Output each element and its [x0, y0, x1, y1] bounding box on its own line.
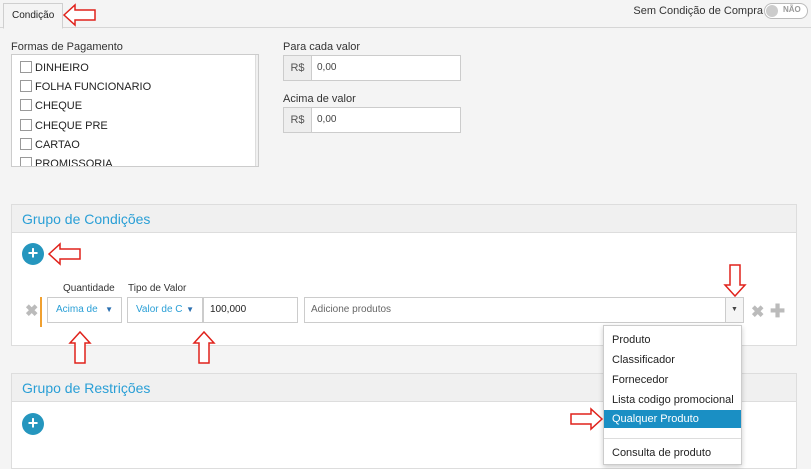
- list-item[interactable]: PROMISSORIA: [20, 155, 113, 167]
- list-item[interactable]: CARTAO: [20, 136, 80, 154]
- quantity-select[interactable]: Acima de ▼: [47, 297, 122, 323]
- menu-item-consulta[interactable]: Consulta de produto: [604, 444, 741, 462]
- left-arrow-icon: [47, 242, 81, 266]
- list-scrollbar[interactable]: ▲ ▼: [255, 55, 259, 166]
- chevron-down-icon: ▼: [105, 305, 113, 314]
- list-item-label: DINHEIRO: [35, 62, 89, 74]
- toggle-label: Sem Condição de Compra: [633, 5, 763, 17]
- value-type-select[interactable]: Valor de C ▼: [127, 297, 203, 323]
- list-item-label: FOLHA FUNCIONARIO: [35, 81, 152, 93]
- per-value-input[interactable]: 0,00: [317, 56, 336, 80]
- amount-input[interactable]: 100,000: [203, 297, 298, 323]
- list-item[interactable]: CHEQUE PRE: [20, 117, 108, 135]
- list-item[interactable]: DINHEIRO: [20, 59, 89, 77]
- add-products-icon[interactable]: ✚: [770, 301, 785, 322]
- checkbox[interactable]: [20, 61, 32, 73]
- remove-products-icon[interactable]: ✖: [751, 302, 764, 322]
- list-item-label: CARTAO: [35, 139, 80, 151]
- up-arrow-icon: [68, 330, 92, 364]
- menu-item-classificador[interactable]: Classificador: [604, 351, 741, 369]
- products-input[interactable]: Adicione produtos: [304, 297, 744, 323]
- quantity-label: Quantidade: [63, 283, 115, 294]
- checkbox[interactable]: [20, 80, 32, 92]
- menu-item-fornecedor[interactable]: Fornecedor: [604, 371, 741, 389]
- list-item-label: PROMISSORIA: [35, 158, 113, 167]
- payment-label: Formas de Pagamento: [11, 41, 123, 53]
- quantity-select-value: Acima de: [56, 304, 98, 315]
- checkbox[interactable]: [20, 157, 32, 166]
- scroll-thumb[interactable]: [258, 69, 259, 121]
- product-type-dropdown: Produto Classificador Fornecedor Lista c…: [603, 325, 742, 465]
- currency-addon: R$: [284, 108, 312, 132]
- remove-row-icon[interactable]: ✖: [25, 301, 38, 321]
- payment-list[interactable]: DINHEIRO FOLHA FUNCIONARIO CHEQUE CHEQUE…: [11, 54, 259, 167]
- per-value-field[interactable]: R$ 0,00: [283, 55, 461, 81]
- list-item[interactable]: CHEQUE: [20, 97, 82, 115]
- menu-divider: [604, 438, 741, 439]
- menu-item-lista-codigo[interactable]: Lista codigo promocional: [604, 391, 741, 409]
- down-arrow-icon: [723, 264, 747, 298]
- value-type-label: Tipo de Valor: [128, 283, 187, 294]
- products-dropdown-icon[interactable]: ▼: [725, 297, 744, 323]
- add-condition-button[interactable]: +: [22, 243, 44, 265]
- right-arrow-icon: [570, 407, 604, 431]
- value-type-select-value: Valor de C: [136, 304, 183, 315]
- up-arrow-icon: [192, 330, 216, 364]
- per-value-label: Para cada valor: [283, 41, 361, 53]
- above-value-input[interactable]: 0,00: [317, 108, 336, 132]
- chevron-down-icon: ▼: [186, 305, 194, 314]
- conditions-title: Grupo de Condições: [22, 211, 151, 227]
- checkbox[interactable]: [20, 138, 32, 150]
- toggle-knob: [766, 5, 778, 17]
- checkbox[interactable]: [20, 119, 32, 131]
- list-item-label: CHEQUE: [35, 100, 83, 112]
- above-value-label: Acima de valor: [283, 93, 356, 105]
- checkbox[interactable]: [20, 99, 32, 111]
- currency-addon: R$: [284, 56, 312, 80]
- conditions-header: Grupo de Condições: [12, 205, 796, 233]
- left-arrow-icon: [62, 3, 96, 27]
- add-restriction-button[interactable]: +: [22, 413, 44, 435]
- sem-condicao-toggle[interactable]: NÃO: [764, 3, 808, 19]
- menu-item-produto[interactable]: Produto: [604, 331, 741, 349]
- above-value-field[interactable]: R$ 0,00: [283, 107, 461, 133]
- toggle-state: NÃO: [783, 5, 801, 14]
- restrictions-title: Grupo de Restrições: [22, 380, 151, 396]
- list-item[interactable]: FOLHA FUNCIONARIO: [20, 78, 151, 96]
- row-marker: [40, 297, 42, 327]
- list-item-label: CHEQUE PRE: [35, 120, 108, 132]
- tab-condicao[interactable]: Condição: [3, 3, 63, 29]
- menu-item-qualquer-produto[interactable]: Qualquer Produto: [604, 410, 741, 428]
